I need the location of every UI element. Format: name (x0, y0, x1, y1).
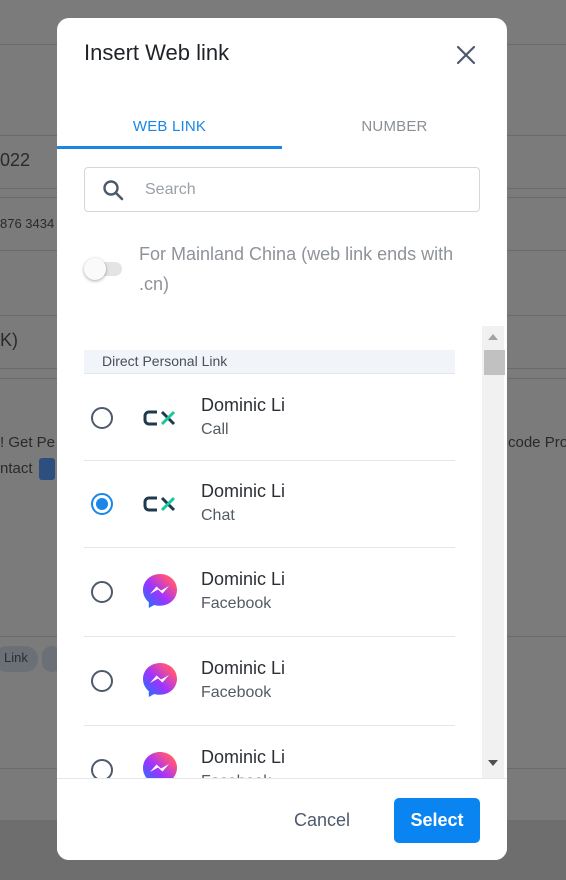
background-text: 876 3434 (0, 216, 55, 231)
scroll-up-arrow-icon[interactable] (488, 334, 498, 340)
list-item[interactable]: Dominic Li Chat (84, 461, 455, 548)
list-item[interactable]: Dominic Li Facebook (84, 548, 455, 637)
background-text: code Pro (508, 434, 566, 451)
scroll-down-arrow-icon[interactable] (488, 760, 498, 766)
section-header: Direct Personal Link (84, 350, 455, 373)
radio-button[interactable] (91, 581, 113, 603)
list-item[interactable]: Dominic Li Facebook (84, 726, 455, 778)
item-name: Dominic Li (201, 395, 286, 415)
item-type: Facebook (201, 684, 272, 701)
search-icon (103, 180, 124, 201)
list-item[interactable]: Dominic Li Facebook (84, 637, 455, 726)
background-text: 022 (0, 150, 31, 170)
radio-button[interactable] (91, 407, 113, 429)
item-name: Dominic Li (201, 481, 286, 501)
messenger-icon (143, 752, 177, 778)
insert-web-link-dialog: Insert Web link WEB LINK NUMBER For Main… (57, 18, 507, 860)
background-text: ntact (0, 460, 33, 477)
item-name: Dominic Li (201, 747, 286, 767)
close-button[interactable] (455, 44, 477, 66)
toggle-label: For Mainland China (web link ends with .… (139, 244, 454, 294)
background-text: ! Get Pe (0, 434, 56, 451)
radio-button[interactable] (91, 759, 113, 778)
cancel-button[interactable]: Cancel (277, 798, 367, 842)
dialog-title: Insert Web link (84, 40, 230, 65)
scrollbar-thumb[interactable] (484, 350, 505, 375)
dialog-footer: Cancel Select (57, 778, 507, 860)
background-chip: Link (0, 646, 38, 672)
radio-button[interactable] (91, 670, 113, 692)
item-name: Dominic Li (201, 569, 286, 589)
item-name: Dominic Li (201, 658, 286, 678)
search-box (84, 167, 480, 212)
background-text: K) (0, 330, 18, 350)
item-type: Chat (201, 507, 235, 524)
cx-icon (143, 496, 176, 512)
radio-button-selected[interactable] (91, 493, 113, 515)
tab-web-link[interactable]: WEB LINK (57, 110, 282, 150)
item-type: Call (201, 421, 229, 438)
search-input[interactable] (145, 178, 465, 202)
mainland-china-toggle[interactable] (84, 258, 124, 280)
messenger-icon (143, 574, 177, 608)
cx-icon (143, 410, 176, 426)
close-icon (456, 45, 476, 65)
active-tab-indicator (57, 146, 282, 149)
list-scrollbar[interactable] (482, 326, 505, 778)
toggle-thumb (84, 258, 106, 280)
background-link-badge (39, 458, 55, 480)
list-item[interactable]: Dominic Li Call (84, 374, 455, 461)
messenger-icon (143, 663, 177, 697)
item-type: Facebook (201, 595, 272, 612)
select-button[interactable]: Select (394, 798, 480, 843)
tab-number[interactable]: NUMBER (282, 110, 507, 150)
link-list[interactable]: Direct Personal Link Dominic Li Call Dom… (84, 326, 507, 778)
